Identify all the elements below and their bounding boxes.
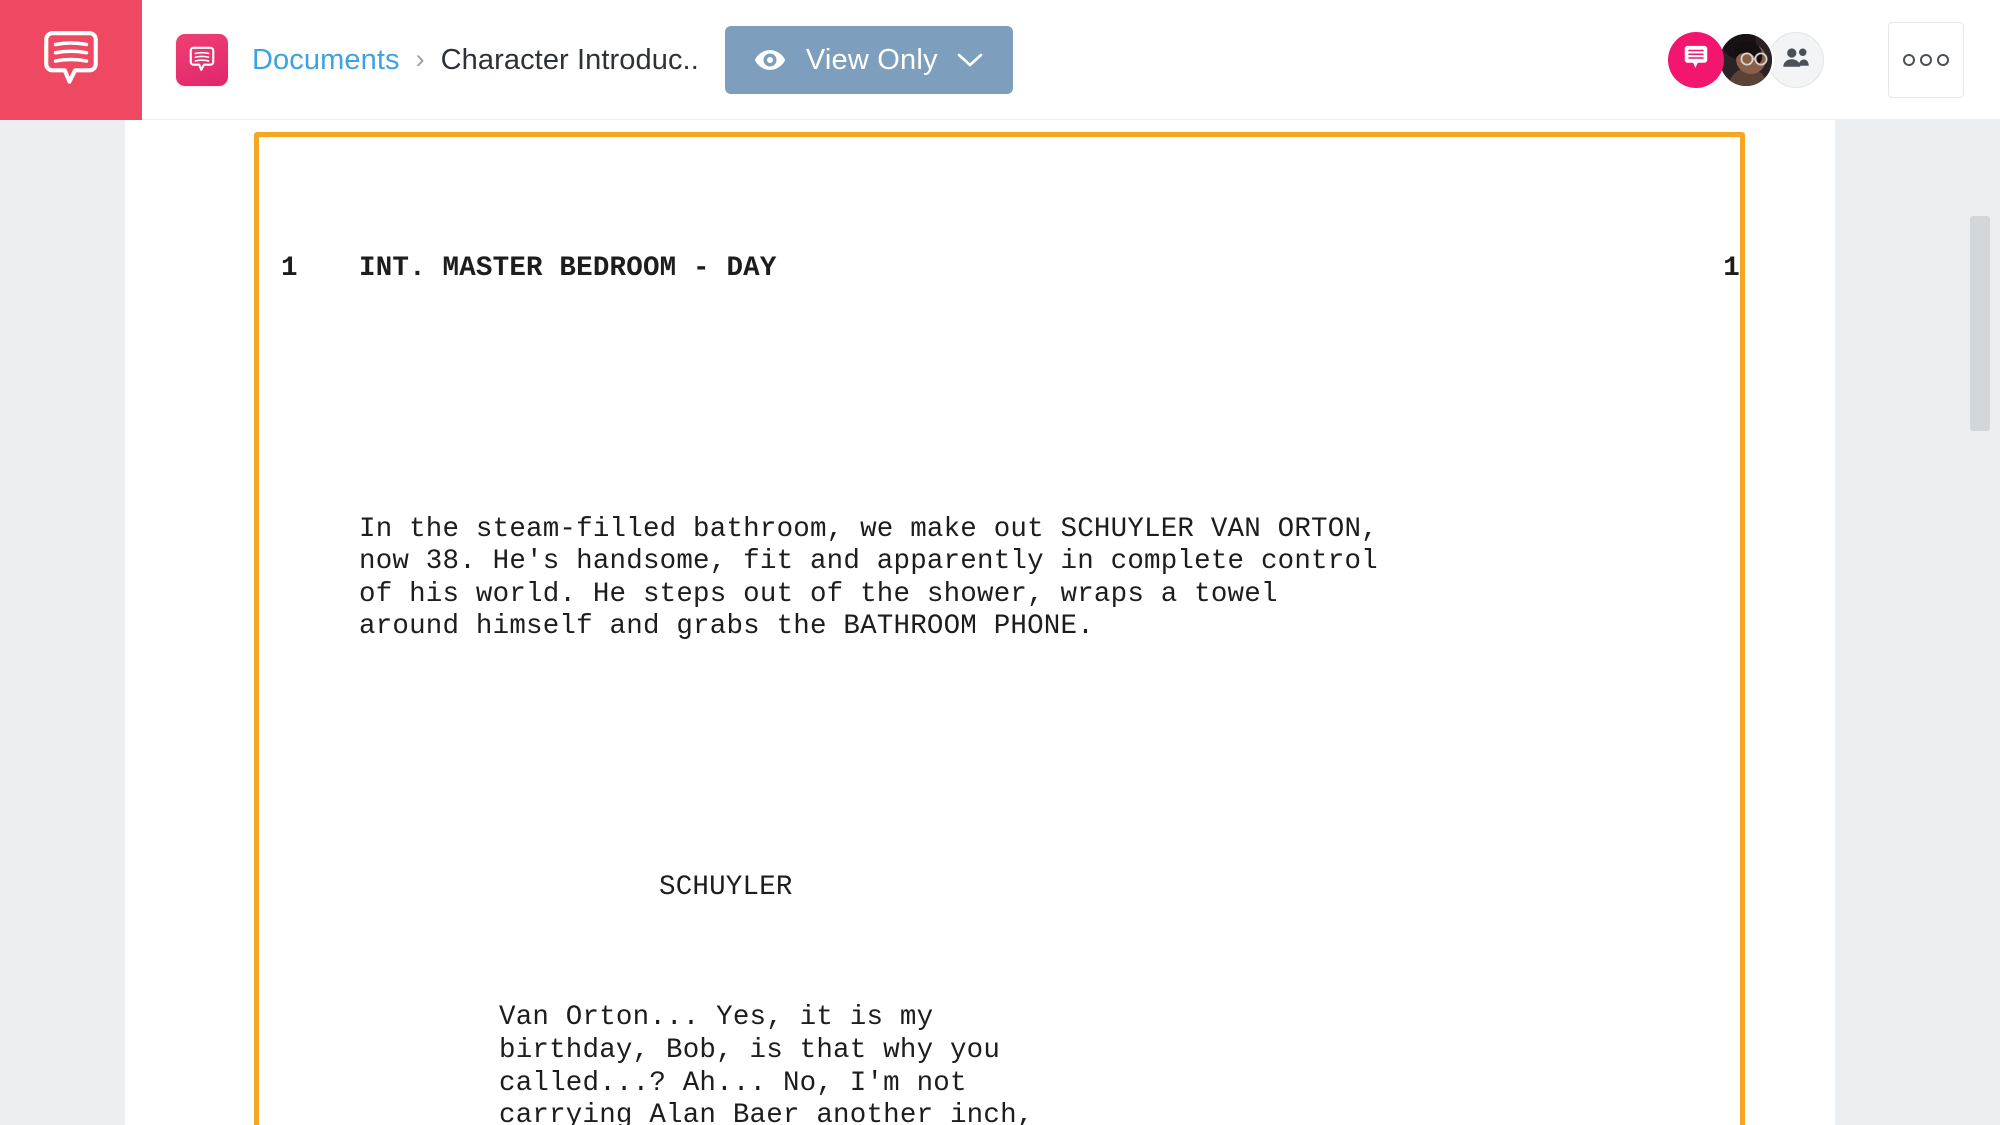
top-bar-content: Documents › Character Introduc.. View On…	[142, 0, 2000, 120]
three-dots-icon-dot3	[1937, 54, 1949, 66]
avatar-photo	[1720, 34, 1772, 86]
scene-1-content: 1 INT. MASTER BEDROOM - DAY 1 In the ste…	[259, 137, 1740, 1125]
header-right-cluster	[1668, 0, 1964, 120]
document-type-chip[interactable]	[176, 34, 228, 86]
add-collaborator-button[interactable]	[1768, 32, 1824, 88]
scrollbar-thumb[interactable]	[1970, 216, 1990, 431]
script-bubble-logo-icon	[38, 27, 104, 93]
scene-1-number-right: 1	[1723, 252, 1740, 284]
three-dots-icon-dot2	[1920, 54, 1932, 66]
breadcrumb: Documents › Character Introduc..	[252, 44, 699, 77]
breadcrumb-documents-link[interactable]: Documents	[252, 44, 400, 77]
document-body-area: 1 INT. MASTER BEDROOM - DAY 1 In the ste…	[0, 120, 2000, 1125]
scene-1-dialogue: Van Orton... Yes, it is my birthday, Bob…	[499, 1002, 1034, 1125]
breadcrumb-separator-icon: ›	[415, 43, 425, 74]
script-avatar[interactable]	[1668, 32, 1724, 88]
more-options-button[interactable]	[1888, 22, 1964, 98]
script-content: 1 INT. MASTER BEDROOM - DAY 1 In the ste…	[125, 132, 1835, 1125]
script-bubble-icon	[1681, 43, 1711, 78]
vertical-scrollbar[interactable]	[1960, 120, 2000, 1125]
scene-1-action-1: In the steam-filled bathroom, we make ou…	[359, 513, 1378, 643]
scene-1-heading-row: 1 INT. MASTER BEDROOM - DAY 1	[259, 253, 1740, 286]
app-root: Documents › Character Introduc.. View On…	[0, 0, 2000, 1125]
scene-1-character-cue: SCHUYLER	[659, 872, 793, 904]
collaborator-avatars	[1668, 32, 1824, 88]
top-bar: Documents › Character Introduc.. View On…	[0, 0, 2000, 120]
scene-block-1[interactable]: 1 INT. MASTER BEDROOM - DAY 1 In the ste…	[254, 132, 1745, 1125]
view-only-label: View Only	[805, 43, 938, 76]
breadcrumb-current-document[interactable]: Character Introduc..	[441, 44, 699, 77]
three-dots-icon	[1903, 54, 1915, 66]
script-page: 1 INT. MASTER BEDROOM - DAY 1 In the ste…	[125, 120, 1835, 1125]
scene-1-number-left: 1	[281, 252, 298, 284]
left-gutter	[0, 120, 125, 1125]
brand-logo-tile[interactable]	[0, 0, 142, 120]
eye-icon	[753, 43, 787, 77]
scene-1-heading: INT. MASTER BEDROOM - DAY	[359, 252, 777, 284]
people-icon	[1781, 43, 1811, 78]
script-bubble-icon	[187, 45, 217, 75]
user-avatar[interactable]	[1718, 32, 1774, 88]
chevron-down-icon	[957, 52, 983, 68]
view-only-mode-button[interactable]: View Only	[724, 26, 1013, 94]
